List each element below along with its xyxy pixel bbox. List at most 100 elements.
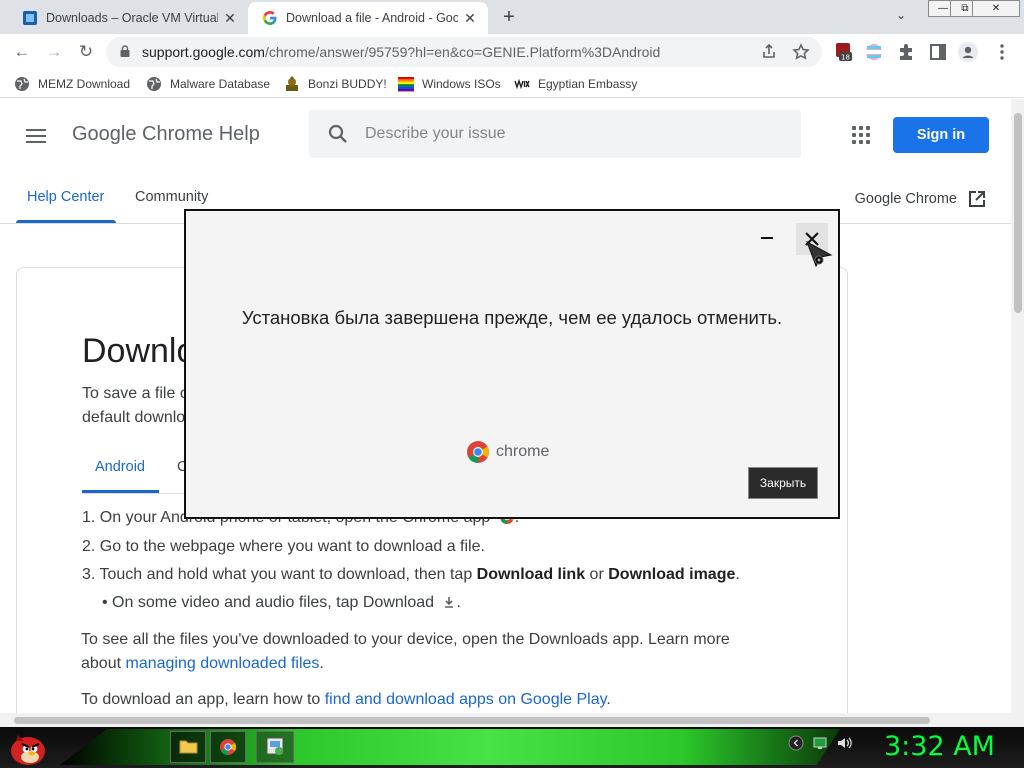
chrome-logo-text: chrome <box>496 443 550 460</box>
forward-button[interactable]: → <box>42 40 66 64</box>
url-path: /chrome/answer/95759?hl=en&co=GENIE.Plat… <box>264 44 661 60</box>
bookmark-bonzi-buddy[interactable]: Bonzi BUDDY! <box>284 75 387 93</box>
horizontal-scrollbar[interactable] <box>0 713 1024 727</box>
rainbow-flag-icon <box>398 77 414 92</box>
step-bold: Download image <box>608 566 736 583</box>
tab-title: Download a file - Android - Google Chrom… <box>286 11 458 25</box>
bookmark-label: MEMZ Download <box>38 77 131 91</box>
chrome-icon <box>220 739 237 756</box>
globe-icon <box>147 77 161 91</box>
share-icon[interactable] <box>758 41 780 63</box>
vertical-scroll-thumb[interactable] <box>1014 113 1022 313</box>
step-text: Touch and hold what you want to download… <box>99 566 477 583</box>
bookmark-egyptian-embassy[interactable]: Egyptian Embassy <box>514 75 637 93</box>
mouse-cursor-icon <box>806 240 833 268</box>
bookmark-malware-database[interactable]: Malware Database <box>146 75 270 93</box>
step-bold: Download link <box>476 566 586 583</box>
tab-close-icon[interactable]: ✕ <box>222 10 238 26</box>
address-bar[interactable]: support.google.com/chrome/answer/95759?h… <box>106 37 822 67</box>
virtualbox-icon <box>23 11 37 25</box>
hamburger-menu-icon[interactable] <box>26 129 46 143</box>
installer-icon <box>266 737 284 755</box>
extension-adblock-icon[interactable]: 18 <box>834 42 854 62</box>
help-search-box[interactable] <box>309 110 801 158</box>
tab-close-icon[interactable]: ✕ <box>462 10 478 26</box>
lock-icon[interactable] <box>120 45 130 57</box>
para-text: . <box>606 691 611 708</box>
taskbar: 3:32 AM <box>0 727 1024 768</box>
platform-divider <box>82 493 184 494</box>
extensions-puzzle-icon[interactable] <box>896 42 916 62</box>
bookmark-label: Egyptian Embassy <box>538 77 638 91</box>
browser-toolbar: ← → ↻ support.google.com/chrome/answer/9… <box>0 34 1024 70</box>
product-link[interactable]: Google Chrome <box>855 189 987 209</box>
folder-icon <box>179 740 198 754</box>
step-text: Go to the webpage where you want to down… <box>99 538 485 555</box>
bookmark-label: Windows ISOs <box>422 77 501 91</box>
volume-icon[interactable] <box>836 735 852 751</box>
bookmark-memz[interactable]: MEMZ Download <box>14 75 130 93</box>
dialog-message: Установка была завершена прежде, чем ее … <box>241 307 783 328</box>
menu-kebab-icon[interactable] <box>992 42 1012 62</box>
download-icon <box>445 597 454 608</box>
chrome-logo: chrome <box>466 440 549 464</box>
step-number: 1. <box>82 509 100 526</box>
step-3: 3. Touch and hold what you want to downl… <box>82 566 740 584</box>
vertical-scrollbar[interactable] <box>1011 99 1024 713</box>
side-panel-icon[interactable] <box>928 42 948 62</box>
search-input[interactable] <box>365 110 785 158</box>
url-text[interactable]: support.google.com/chrome/answer/95759?h… <box>142 44 660 60</box>
reload-button[interactable]: ↻ <box>74 40 98 64</box>
product-link-label: Google Chrome <box>854 191 957 207</box>
taskbar-clock[interactable]: 3:32 AM <box>884 731 995 762</box>
step-number: 2. <box>82 538 100 555</box>
horizontal-scroll-thumb[interactable] <box>14 717 930 724</box>
angry-bird-start-icon[interactable] <box>4 729 48 767</box>
profile-avatar[interactable] <box>958 42 978 62</box>
wix-icon <box>514 78 530 90</box>
tab-help-center[interactable]: Help Center <box>27 189 104 205</box>
bookmark-label: Malware Database <box>170 77 271 91</box>
intro-line: To save a file o <box>82 385 186 402</box>
step-text: or <box>585 566 609 583</box>
tab-download-a-file[interactable]: Download a file - Android - Google Chrom… <box>248 2 488 34</box>
new-tab-button[interactable]: + <box>498 6 520 28</box>
window-close-button[interactable]: ✕ <box>972 0 1020 17</box>
site-title[interactable]: Google Chrome Help <box>72 123 260 146</box>
extension-flag-icon[interactable] <box>864 42 884 62</box>
back-button[interactable]: ← <box>10 40 34 64</box>
network-icon[interactable] <box>812 735 828 751</box>
tab-community[interactable]: Community <box>135 189 208 205</box>
tab-strip: Downloads – Oracle VM VirtualBox ✕ Downl… <box>0 0 1024 34</box>
sign-in-button[interactable]: Sign in <box>893 117 989 153</box>
dialog-close-text-button[interactable]: Закрыть <box>748 467 818 499</box>
minimize-icon[interactable] <box>756 227 778 249</box>
google-play-link[interactable]: find and download apps on Google Play <box>325 691 607 708</box>
bullet-dot: • <box>102 594 113 611</box>
bookmark-windows-isos[interactable]: Windows ISOs <box>398 75 501 93</box>
para-text: To see all the files you've downloaded t… <box>81 631 730 648</box>
managing-downloaded-files-link[interactable]: managing downloaded files <box>125 655 319 672</box>
bookmark-star-icon[interactable] <box>790 41 812 63</box>
google-apps-icon[interactable] <box>852 126 870 144</box>
search-icon[interactable] <box>327 123 349 145</box>
taskbar-explorer-button[interactable] <box>170 731 206 763</box>
tray-chevron-icon[interactable] <box>788 735 804 751</box>
step-2: 2. Go to the webpage where you want to d… <box>82 538 485 556</box>
para-text: To download an app, learn how to <box>81 691 325 708</box>
bookmarks-bar: MEMZ Download Malware Database Bonzi BUD… <box>0 70 1024 98</box>
intro-line: default downlo <box>82 409 186 426</box>
open-in-new-icon <box>969 191 985 207</box>
tab-search-icon[interactable]: ⌄ <box>896 8 906 22</box>
step-bullet: • On some video and audio files, tap Dow… <box>102 594 461 611</box>
url-host: support.google.com <box>142 44 265 60</box>
taskbar-chrome-button[interactable] <box>210 731 246 763</box>
platform-tab-android[interactable]: Android <box>95 459 145 475</box>
taskbar-installer-button[interactable] <box>256 731 294 763</box>
tab-virtualbox-downloads[interactable]: Downloads – Oracle VM VirtualBox ✕ <box>8 2 248 34</box>
installer-dialog: Установка была завершена прежде, чем ее … <box>184 209 840 519</box>
tab-title: Downloads – Oracle VM VirtualBox <box>46 11 218 25</box>
article-intro: To save a file o default downlo <box>82 382 186 430</box>
paragraph-downloads-app: To see all the files you've downloaded t… <box>81 631 730 672</box>
paragraph-download-app: To download an app, learn how to find an… <box>81 688 611 712</box>
